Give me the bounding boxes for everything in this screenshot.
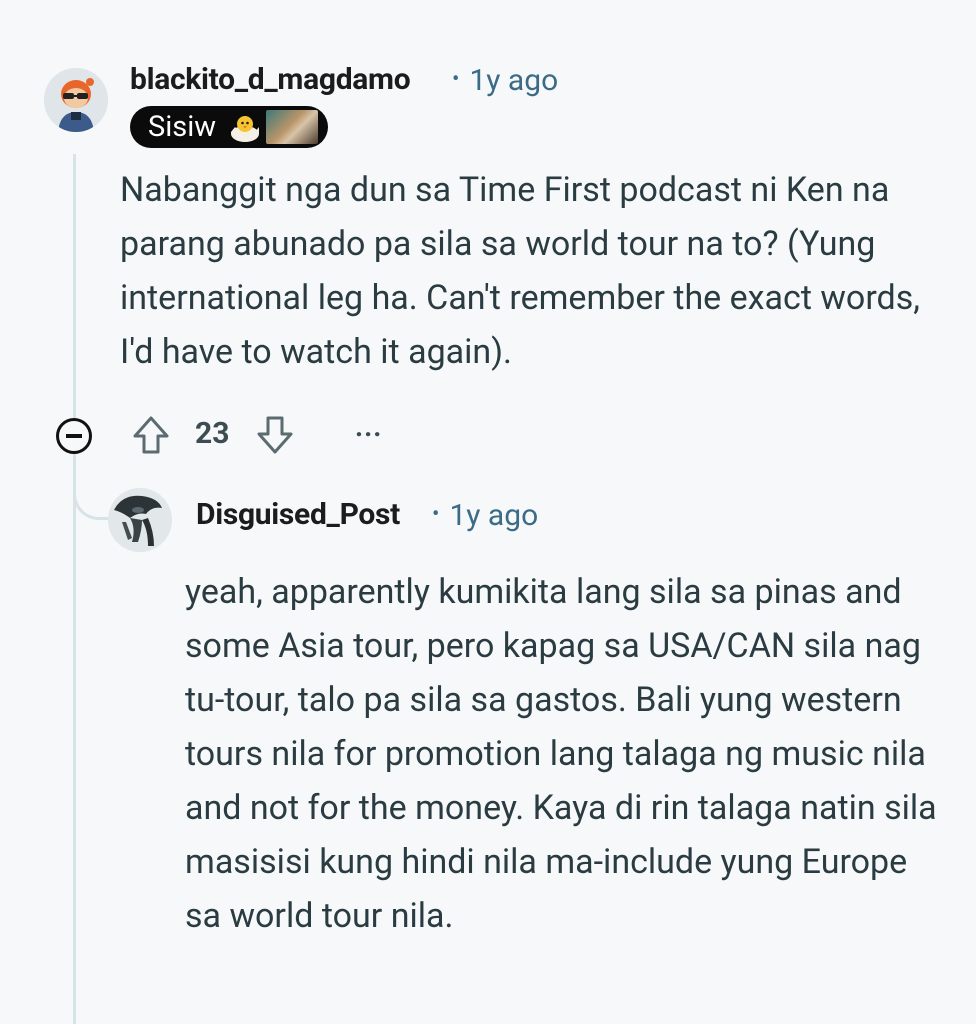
user-avatar[interactable] [44,68,108,132]
upvote-icon[interactable] [131,414,171,456]
reply-timestamp: 1y ago [449,498,539,533]
reply-meta: • 1y ago [432,498,538,533]
downvote-icon[interactable] [255,414,295,456]
flair-text: Sisiw [148,110,217,144]
meta-separator: • [432,502,440,527]
vote-count: 23 [195,416,230,451]
alien-avatar-icon [108,488,172,552]
avatar-icon [44,68,108,132]
collapse-icon[interactable] [56,418,92,454]
meta-separator: • [452,67,460,92]
thread-line[interactable] [73,154,76,1024]
comment-body: Nabanggit nga dun sa Time First podcast … [120,170,920,372]
reply-author[interactable]: Disguised_Post [196,497,400,532]
comment-timestamp: 1y ago [469,63,559,98]
more-options-button[interactable]: ... [355,410,382,443]
comment-thread: blackito_d_magdamo • 1y ago Sisiw Nabangg… [0,0,976,1024]
reply-user-avatar[interactable] [108,488,172,552]
chick-emoji-icon [231,116,260,142]
flair-image [266,110,318,144]
reply-connector [73,470,109,520]
comment-meta: • 1y ago [452,63,558,98]
comment-author[interactable]: blackito_d_magdamo [130,62,411,97]
reply-body: yeah, apparently kumikita lang sila sa p… [185,572,937,936]
user-flair: Sisiw [130,106,328,148]
